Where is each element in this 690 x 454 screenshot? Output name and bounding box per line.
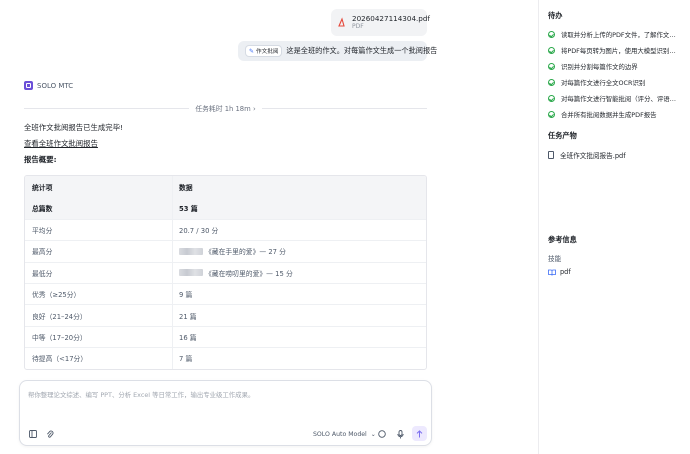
stat-value-cell: 53 篇 [173,197,426,218]
stat-item-cell: 最低分 [25,262,173,283]
reference-title: 参考信息 [548,235,577,244]
todo-item[interactable]: 对每篇作文进行智能批阅（评分、评语、修改建议） [548,94,682,103]
check-circle-icon [548,111,555,118]
stat-item-cell: 平均分 [25,219,173,241]
stat-value-cell: 《藏在唠叨里的爱》— 15 分 [173,263,426,283]
check-circle-icon [548,63,555,70]
stat-item-cell: 中等（17–20分） [25,326,173,348]
send-button[interactable] [412,426,427,441]
chevron-right-icon: › [252,105,256,113]
agent-name: SOLO MTC [37,81,74,90]
stat-value-cell: 7 篇 [173,348,426,368]
document-icon [548,151,554,159]
file-name: 20260427114304.pdf [352,14,430,23]
table-row: 中等（17–20分） 16 篇 [25,325,426,348]
pdf-file-icon [337,17,346,28]
todo-item[interactable]: 将PDF每页转为图片，使用大模型识别手写内容 [548,46,682,55]
table-row: 总篇数 53 篇 [25,197,426,219]
todo-text: 对每篇作文进行全文OCR识别 [561,79,646,87]
check-circle-icon [548,95,555,102]
stat-value-cell: 20.7 / 30 分 [173,220,426,240]
stat-value-cell: 16 篇 [173,327,426,347]
todo-title: 待办 [548,11,563,20]
stat-value-text: 7 篇 [179,355,193,364]
table-row: 良好（21–24分） 21 篇 [25,304,426,326]
summary-table: 统计项 数据 总篇数 53 篇平均分 20.7 / 30 分最高分 《藏在手里的爱》—… [24,175,427,370]
stat-value-cell: 9 篇 [173,284,426,304]
agent-logo-icon [24,81,33,90]
table-row: 平均分 20.7 / 30 分 [25,218,426,241]
chat-area: 20260427114304.pdf PDF ✎ 作文批阅 这是全班的作文。对每… [0,0,538,454]
todo-text: 读取并分析上传的PDF文件，了解作文数据 [561,31,682,39]
redacted-name [179,269,203,277]
stat-value-cell: 21 篇 [173,305,426,325]
stat-value-text: 《藏在唠叨里的爱》— 15 分 [205,269,293,278]
stat-item-cell: 良好（21–24分） [25,305,173,326]
todo-text: 对每篇作文进行智能批阅（评分、评语、修改建议） [561,95,682,103]
sidebar-toggle-icon[interactable] [28,429,38,439]
summary-label: 报告概要: [24,155,57,164]
stat-item-cell: 总篇数 [25,197,173,219]
divider-line-left [24,107,190,109]
stat-value-text: 9 篇 [179,291,193,300]
stat-item-cell: 最高分 [25,241,173,262]
stat-item-cell: 优秀（≥25分） [25,283,173,305]
skill-chip[interactable]: ✎ 作文批阅 [245,45,283,57]
todo-item[interactable]: 对每篇作文进行全文OCR识别 [548,78,682,87]
check-circle-icon [548,47,555,54]
stat-value-text: 16 篇 [179,333,197,342]
task-duration-text: 任务耗时 1h 18m [195,105,251,113]
skill-label: 技能 [548,255,562,263]
stat-value-text: 21 篇 [179,312,197,321]
user-message-text: 这是全班的作文。对每篇作文生成一个批阅报告 [286,46,438,55]
todo-item[interactable]: 合并所有批阅数据并生成PDF报告 [548,110,682,119]
todo-item[interactable]: 识别并分割每篇作文的边界 [548,62,682,71]
table-row: 最低分 《藏在唠叨里的爱》— 15 分 [25,261,426,283]
table-header-cell: 数据 [179,183,193,192]
attached-file-card[interactable]: 20260427114304.pdf PDF [331,9,430,36]
artifact-name: 全班作文批阅报告.pdf [560,152,626,160]
todo-text: 合并所有批阅数据并生成PDF报告 [561,111,657,119]
task-duration-divider[interactable]: 任务耗时 1h 18m › [24,103,427,113]
divider-line-right [261,107,427,109]
check-circle-icon [548,31,555,38]
skill-chip-icon: ✎ [249,47,255,55]
artifacts-title: 任务产物 [548,131,577,140]
check-circle-icon [548,79,555,86]
report-link[interactable]: 查看全班作文批阅报告 [24,138,98,149]
stat-value-text: 20.7 / 30 分 [179,226,219,235]
chat-bubble-icon[interactable] [377,429,387,439]
skill-item[interactable]: pdf [548,268,571,276]
response-line: 全班作文批阅报告已生成完毕! [24,123,124,132]
todo-item[interactable]: 读取并分析上传的PDF文件，了解作文数据 [548,30,682,39]
table-header-row: 统计项 数据 [25,176,426,198]
table-row: 优秀（≥25分） 9 篇 [25,282,426,305]
stat-value-text: 53 篇 [179,205,198,214]
agent-header: SOLO MTC [24,81,73,90]
book-icon [548,269,556,276]
stat-item-cell: 待提高（<17分） [25,348,173,369]
skill-name: pdf [560,268,571,276]
stat-value-text: 《藏在手里的爱》— 27 分 [205,248,286,257]
chevron-down-icon: ⌄ [370,430,376,438]
table-row: 最高分 《藏在手里的爱》— 27 分 [25,240,426,262]
user-message: ✎ 作文批阅 这是全班的作文。对每篇作文生成一个批阅报告 [238,41,437,61]
model-selector[interactable]: SOLO Auto Model ⌄ [313,429,376,439]
artifact-item[interactable]: 全班作文批阅报告.pdf [548,150,626,160]
microphone-icon[interactable] [395,429,405,439]
table-row: 待提高（<17分） 7 篇 [25,347,426,369]
table-header-cell: 统计项 [25,176,173,198]
todo-text: 识别并分割每篇作文的边界 [561,63,638,71]
composer-placeholder[interactable]: 帮你整理论文综述、编写 PPT、分析 Excel 等日常工作，输出专业级工作成果… [28,390,254,399]
skill-chip-label: 作文批阅 [256,49,279,55]
stat-value-cell: 《藏在手里的爱》— 27 分 [173,241,426,261]
paperclip-icon[interactable] [45,429,55,439]
todo-text: 将PDF每页转为图片，使用大模型识别手写内容 [561,47,682,55]
arrow-up-icon [416,429,423,437]
model-selector-label: SOLO Auto Model [313,430,367,438]
message-composer[interactable]: 帮你整理论文综述、编写 PPT、分析 Excel 等日常工作，输出专业级工作成果… [19,380,432,446]
task-duration[interactable]: 任务耗时 1h 18m › [189,103,261,113]
redacted-name [179,247,203,255]
file-type: PDF [352,23,364,30]
